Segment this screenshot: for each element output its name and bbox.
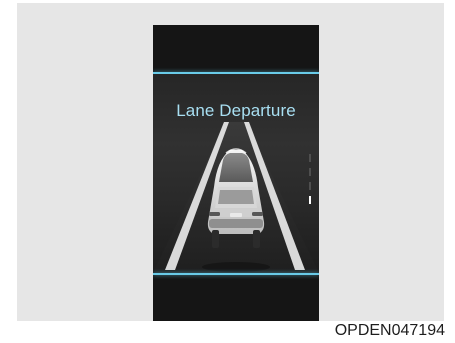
page-indicator-dot: [309, 182, 311, 190]
page-indicator-dot: [309, 168, 311, 176]
road-scene: [153, 122, 319, 273]
page-indicator-dot-active: [309, 196, 311, 204]
display-bottom-rule: [153, 273, 319, 275]
cluster-display: Lane Departure: [153, 25, 319, 321]
page-indicator: [309, 154, 311, 204]
page-indicator-dot: [309, 154, 311, 162]
figure-code-label: OPDEN047194: [334, 322, 445, 339]
